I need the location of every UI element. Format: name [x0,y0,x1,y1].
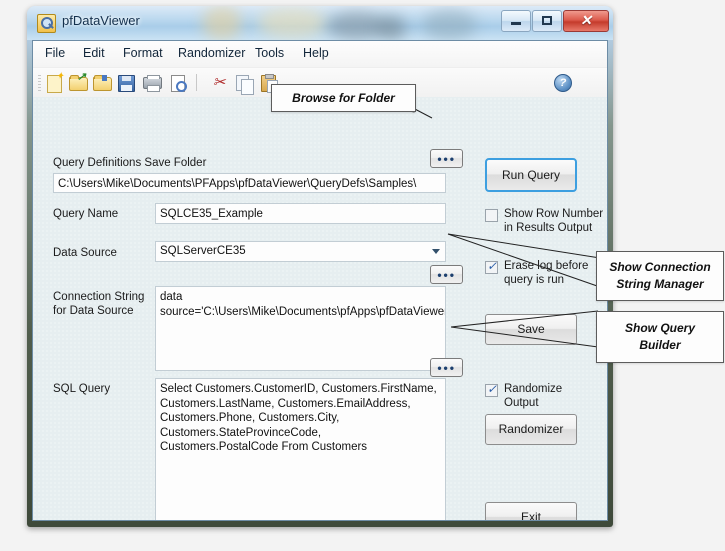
ellipsis-icon: ••• [437,268,456,282]
menu-help[interactable]: Help [303,46,329,60]
toolbar-grip[interactable] [38,75,41,91]
menu-format[interactable]: Format [123,46,163,60]
query-defs-save-folder-label: Query Definitions Save Folder [53,157,207,169]
ellipsis-icon: ••• [437,152,456,166]
close-button[interactable]: ✕ [563,10,609,32]
window-title: pfDataViewer [62,13,140,28]
copy-icon[interactable] [235,74,254,95]
checkbox-box[interactable] [485,259,498,274]
help-icon[interactable]: ? [554,74,572,92]
show-connection-string-manager-callout: Show Connection String Manager [596,251,724,301]
ellipsis-icon: ••• [437,361,456,375]
connection-string-textarea[interactable]: data source='C:\Users\Mike\Documents\pfA… [155,286,446,371]
save-button[interactable]: Save [485,314,577,345]
query-defs-save-folder-input[interactable]: C:\Users\Mike\Documents\PFApps\pfDataVie… [53,173,446,193]
print-icon[interactable] [143,74,162,92]
window-titlebar[interactable]: pfDataViewer ✕ [27,6,613,40]
checkbox-box[interactable] [485,382,498,397]
randomize-output-label: Randomize Output [504,383,563,409]
show-query-builder-button[interactable]: ••• [430,358,463,377]
checkbox-box[interactable] [485,209,498,222]
menu-file[interactable]: File [45,46,65,60]
new-document-icon[interactable]: ✦ [45,72,64,93]
cut-icon[interactable]: ✂ [210,74,228,92]
menu-randomizer[interactable]: Randomizer [178,46,245,60]
save-icon[interactable] [117,74,135,92]
run-query-button[interactable]: Run Query [485,158,577,192]
menu-edit[interactable]: Edit [83,46,105,60]
data-source-label: Data Source [53,247,117,259]
browse-for-folder-button[interactable]: ••• [430,149,463,168]
erase-log-label: Erase log before query is run [504,260,589,286]
toolbar-separator [196,74,197,91]
connection-string-label: Connection String for Data Source [53,291,145,317]
randomizer-button[interactable]: Randomizer [485,414,577,445]
query-name-input[interactable]: SQLCE35_Example [155,203,446,224]
show-connection-string-manager-button[interactable]: ••• [430,265,463,284]
menu-tools[interactable]: Tools [255,46,284,60]
sql-query-textarea[interactable]: Select Customers.CustomerID, Customers.F… [155,378,446,520]
open-folder-icon[interactable]: ↗ [69,72,88,92]
randomizer-label: Randomizer [498,422,564,436]
maximize-button[interactable] [532,10,562,32]
sql-query-label: SQL Query [53,383,111,395]
form-canvas: Query Definitions Save Folder C:\Users\M… [33,97,607,521]
run-query-label: Run Query [501,168,561,182]
query-name-label: Query Name [53,208,119,220]
screenshot-root: pfDataViewer ✕ File Edit Format Randomiz… [0,0,725,551]
exit-button[interactable]: Exit [485,502,577,521]
data-source-select[interactable]: SQLServerCE35 [155,241,446,262]
window-controls: ✕ [500,10,609,32]
print-preview-icon[interactable] [169,74,187,92]
window-client-area: File Edit Format Randomizer Tools Help ✦… [32,40,608,521]
show-query-builder-callout: Show Query Builder [596,311,724,363]
minimize-button[interactable] [501,10,531,32]
exit-label: Exit [520,510,541,521]
app-magnifier-icon [37,14,56,33]
browse-for-folder-callout: Browse for Folder [271,84,416,112]
menu-bar: File Edit Format Randomizer Tools Help [33,41,607,68]
data-source-selected-value: SQLServerCE35 [160,245,246,257]
chevron-down-icon [432,249,440,254]
show-row-number-label: Show Row Number in Results Output [504,208,604,234]
save-label: Save [517,322,545,336]
save-as-folder-icon[interactable] [93,74,112,92]
